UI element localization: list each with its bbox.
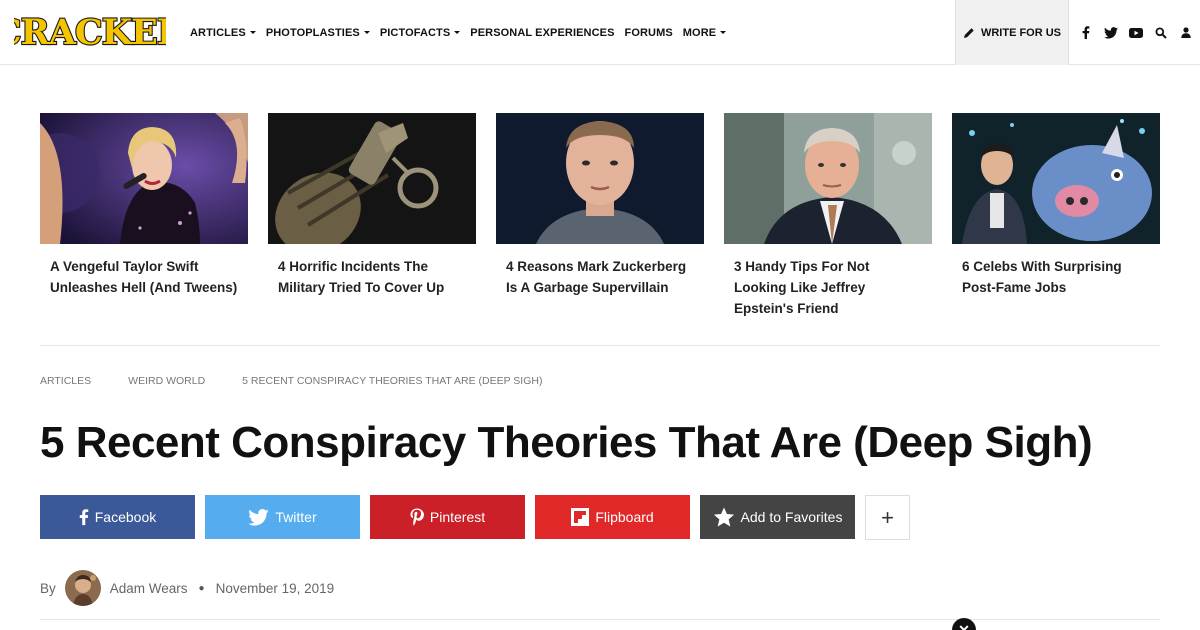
- user-icon[interactable]: [1175, 22, 1197, 44]
- share-facebook-label: Facebook: [94, 509, 157, 525]
- nav-articles[interactable]: ARTICLES: [190, 27, 256, 39]
- byline-divider: [40, 619, 1160, 620]
- featured-card[interactable]: 4 Horrific Incidents The Military Tried …: [268, 113, 476, 298]
- share-twitter-button[interactable]: Twitter: [205, 495, 360, 539]
- featured-title[interactable]: 4 Reasons Mark Zuckerberg Is A Garbage S…: [506, 256, 694, 298]
- nav-personal-experiences[interactable]: PERSONAL EXPERIENCES: [470, 27, 614, 39]
- plus-icon: +: [881, 504, 894, 530]
- featured-thumbnail: [496, 113, 704, 244]
- featured-card[interactable]: A Vengeful Taylor Swift Unleashes Hell (…: [40, 113, 248, 298]
- share-pinterest-button[interactable]: Pinterest: [370, 495, 525, 539]
- twitter-icon[interactable]: [1100, 22, 1122, 44]
- featured-title[interactable]: 4 Horrific Incidents The Military Tried …: [278, 256, 466, 298]
- page-title: 5 Recent Conspiracy Theories That Are (D…: [40, 418, 1093, 467]
- nav-pictofacts[interactable]: PICTOFACTS: [380, 27, 461, 39]
- facebook-icon: [79, 509, 88, 526]
- nav-forums[interactable]: FORUMS: [625, 27, 673, 39]
- chevron-down-icon: [720, 31, 727, 34]
- featured-title[interactable]: A Vengeful Taylor Swift Unleashes Hell (…: [50, 256, 238, 298]
- breadcrumb-articles[interactable]: ARTICLES: [40, 375, 91, 387]
- site-header: CRACKED ARTICLES PHOTOPLASTIES PICTOFACT…: [0, 0, 1200, 65]
- breadcrumb: ARTICLES WEIRD WORLD 5 RECENT CONSPIRACY…: [40, 375, 579, 387]
- add-to-favorites-button[interactable]: Add to Favorites: [700, 495, 855, 539]
- share-facebook-button[interactable]: Facebook: [40, 495, 195, 539]
- youtube-icon[interactable]: [1125, 22, 1147, 44]
- share-twitter-label: Twitter: [275, 509, 317, 525]
- chevron-down-icon: [363, 31, 370, 34]
- bullet-separator: ●: [198, 582, 205, 594]
- share-flipboard-label: Flipboard: [595, 509, 654, 525]
- chevron-down-icon: [454, 31, 461, 34]
- featured-title[interactable]: 6 Celebs With Surprising Post-Fame Jobs: [962, 256, 1150, 298]
- featured-card[interactable]: 6 Celebs With Surprising Post-Fame Jobs: [952, 113, 1160, 298]
- featured-thumbnail: [952, 113, 1160, 244]
- add-to-favorites-label: Add to Favorites: [740, 509, 843, 525]
- share-flipboard-button[interactable]: Flipboard: [535, 495, 690, 539]
- featured-card[interactable]: 4 Reasons Mark Zuckerberg Is A Garbage S…: [496, 113, 704, 298]
- flipboard-icon: [571, 508, 590, 526]
- author-name[interactable]: Adam Wears: [110, 581, 188, 596]
- pencil-icon: [963, 27, 974, 38]
- byline: By Adam Wears ● November 19, 2019: [40, 570, 334, 606]
- featured-thumbnail: [724, 113, 932, 244]
- more-share-button[interactable]: +: [865, 495, 910, 540]
- featured-title[interactable]: 3 Handy Tips For Not Looking Like Jeffre…: [734, 256, 922, 319]
- svg-text:CRACKED: CRACKED: [14, 12, 166, 53]
- featured-thumbnail: [268, 113, 476, 244]
- write-for-us-label: WRITE FOR US: [980, 26, 1062, 39]
- header-icons: [1075, 0, 1200, 65]
- breadcrumb-weird-world[interactable]: WEIRD WORLD: [128, 375, 205, 387]
- featured-thumbnail: [40, 113, 248, 244]
- featured-card[interactable]: 3 Handy Tips For Not Looking Like Jeffre…: [724, 113, 932, 319]
- write-for-us-button[interactable]: WRITE FOR US: [955, 0, 1069, 65]
- twitter-icon: [248, 508, 270, 526]
- share-pinterest-label: Pinterest: [429, 509, 486, 525]
- breadcrumb-current[interactable]: 5 RECENT CONSPIRACY THEORIES THAT ARE (D…: [242, 375, 542, 387]
- star-icon: [713, 506, 734, 526]
- nav-more[interactable]: MORE: [683, 27, 727, 39]
- search-icon[interactable]: [1150, 22, 1172, 44]
- cracked-logo[interactable]: CRACKED: [14, 11, 166, 53]
- close-glyph: ✕: [958, 621, 970, 630]
- pinterest-icon: [410, 508, 424, 526]
- by-label: By: [40, 580, 56, 596]
- main-nav: ARTICLES PHOTOPLASTIES PICTOFACTS PERSON…: [190, 0, 736, 65]
- nav-photoplasties[interactable]: PHOTOPLASTIES: [266, 27, 370, 39]
- cracked-logo-graphic: CRACKED: [14, 11, 166, 53]
- publish-date: November 19, 2019: [215, 580, 335, 596]
- section-divider: [40, 345, 1160, 346]
- author-avatar[interactable]: [64, 570, 101, 606]
- facebook-icon[interactable]: [1075, 22, 1097, 44]
- chevron-down-icon: [249, 31, 256, 34]
